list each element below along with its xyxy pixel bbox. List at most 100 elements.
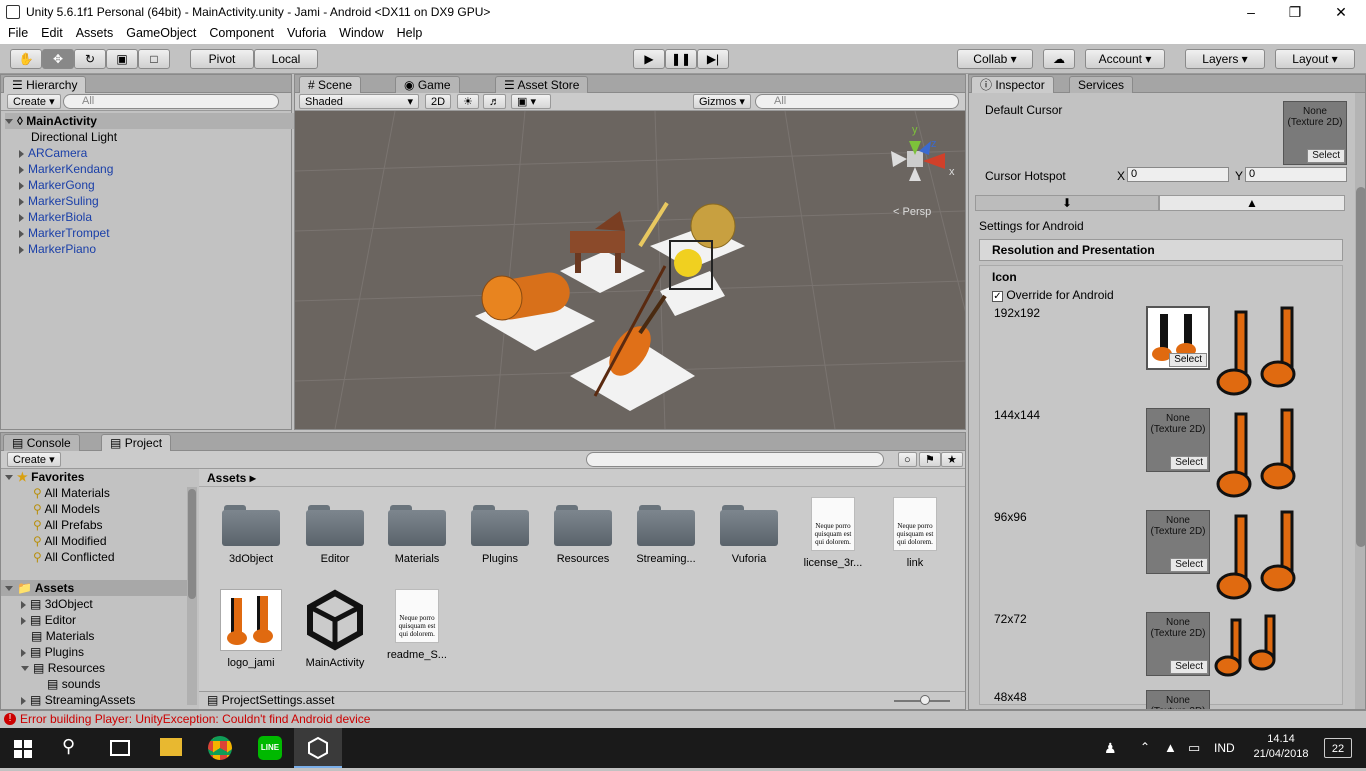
menu-component[interactable]: Component — [201, 24, 279, 42]
zoom-slider[interactable] — [894, 695, 950, 705]
select-button[interactable]: Select — [1170, 456, 1208, 470]
select-button[interactable]: Select — [1170, 660, 1208, 674]
hierarchy-item-markergong[interactable]: MarkerGong — [19, 177, 309, 193]
menu-gameobject[interactable]: GameObject — [118, 24, 201, 42]
icon-slot-48[interactable]: None (Texture 2D) — [1146, 690, 1210, 709]
select-button[interactable]: Select — [1307, 149, 1345, 163]
error-message[interactable]: Error building Player: UnityException: C… — [20, 712, 370, 726]
hand-tool-icon[interactable]: ✋ — [10, 49, 42, 69]
tab-asset-store[interactable]: ☰ Asset Store — [495, 76, 589, 93]
tab-project[interactable]: ▤ Project — [101, 434, 172, 451]
move-tool-icon[interactable]: ✥ — [42, 49, 74, 69]
tab-services[interactable]: Services — [1069, 76, 1134, 93]
menu-window[interactable]: Window — [331, 24, 388, 42]
hierarchy-item-markerpiano[interactable]: MarkerPiano — [19, 241, 309, 257]
rect-tool-icon[interactable]: □ — [138, 49, 170, 69]
scene-root[interactable]: ◊ MainActivity — [5, 113, 295, 129]
minimize-button[interactable]: – — [1228, 2, 1274, 22]
menu-file[interactable]: File — [0, 24, 33, 42]
battery-icon[interactable]: ▭ — [1188, 740, 1200, 756]
hierarchy-item-markersuling[interactable]: MarkerSuling — [19, 193, 309, 209]
chrome-icon[interactable] — [208, 736, 232, 760]
layers-dropdown[interactable]: Layers ▾ — [1185, 49, 1265, 69]
hierarchy-create-button[interactable]: Create ▾ — [7, 94, 61, 109]
rotate-tool-icon[interactable]: ↻ — [74, 49, 106, 69]
inspector-scrollbar[interactable] — [1355, 93, 1365, 709]
restore-button[interactable]: ❐ — [1272, 2, 1318, 22]
hierarchy-search-input[interactable]: All — [63, 94, 279, 109]
hierarchy-item-markerkendang[interactable]: MarkerKendang — [19, 161, 309, 177]
asset-logo-jami[interactable]: logo_jami — [215, 589, 287, 669]
platform-tab-standalone[interactable]: ⬇ — [975, 195, 1159, 211]
override-checkbox[interactable]: ✓ Override for Android — [992, 288, 1114, 302]
2d-toggle[interactable]: 2D — [425, 94, 452, 109]
menu-edit[interactable]: Edit — [33, 24, 68, 42]
close-button[interactable]: ✕ — [1318, 2, 1364, 22]
people-icon[interactable]: ♟ — [1104, 740, 1117, 757]
asset-3dobject[interactable]: 3dObject — [215, 503, 287, 565]
notification-icon[interactable]: 22 — [1324, 738, 1352, 758]
hierarchy-item-arcamera[interactable]: ARCamera — [19, 145, 309, 161]
favorite-star-icon[interactable]: ★ — [941, 452, 963, 467]
menu-assets[interactable]: Assets — [68, 24, 119, 42]
scene-search-input[interactable]: All — [755, 94, 959, 109]
search-icon[interactable]: ⚲ — [62, 736, 75, 757]
play-icon[interactable]: ▶ — [633, 49, 665, 69]
menu-help[interactable]: Help — [389, 24, 428, 42]
project-search-input[interactable] — [586, 452, 884, 467]
asset-readme[interactable]: Neque porro quisquam est qui dolorem. rea… — [381, 589, 453, 661]
hierarchy-item-markerbiola[interactable]: MarkerBiola — [19, 209, 309, 225]
tab-console[interactable]: ▤ Console — [3, 434, 80, 451]
select-button[interactable]: Select — [1170, 558, 1208, 572]
task-view-icon[interactable] — [110, 740, 130, 756]
assets-header[interactable]: 📁 Assets — [1, 580, 187, 596]
effects-icon[interactable]: ▣ ▾ — [511, 94, 551, 109]
clock[interactable]: 14.14 21/04/2018 — [1250, 732, 1312, 762]
filter-label-icon[interactable]: ⚑ — [919, 452, 941, 467]
project-create-button[interactable]: Create ▾ — [7, 452, 61, 467]
lighting-icon[interactable]: ☀ — [457, 94, 479, 109]
layout-dropdown[interactable]: Layout ▾ — [1275, 49, 1355, 69]
resolution-section-header[interactable]: Resolution and Presentation — [979, 239, 1343, 261]
scene-viewport[interactable]: y z x < Persp — [295, 111, 965, 429]
hotspot-y-field[interactable]: 0 — [1245, 167, 1347, 182]
asset-streamingassets[interactable]: Streaming... — [630, 503, 702, 565]
step-icon[interactable]: ▶| — [697, 49, 729, 69]
local-toggle[interactable]: Local — [254, 49, 318, 69]
icon-slot-72[interactable]: None (Texture 2D) Select — [1146, 612, 1210, 676]
icon-slot-144[interactable]: None (Texture 2D) Select — [1146, 408, 1210, 472]
scale-tool-icon[interactable]: ▣ — [106, 49, 138, 69]
wifi-icon[interactable]: ▲ — [1164, 740, 1177, 755]
line-app-icon[interactable]: LINE — [258, 736, 282, 760]
cloud-icon[interactable]: ☁ — [1043, 49, 1075, 69]
audio-icon[interactable]: ♬ — [483, 94, 506, 109]
windows-start-icon[interactable] — [14, 740, 32, 758]
asset-resources[interactable]: Resources — [547, 503, 619, 565]
collab-dropdown[interactable]: Collab ▾ — [957, 49, 1033, 69]
asset-link[interactable]: Neque porro quisquam est qui dolorem. lin… — [879, 497, 951, 569]
tab-game[interactable]: ◉ Game — [395, 76, 460, 93]
pause-icon[interactable]: ❚❚ — [665, 49, 697, 69]
asset-mainactivity[interactable]: MainActivity — [299, 589, 371, 669]
tab-inspector[interactable]: ⓘ Inspector — [971, 76, 1054, 93]
asset-vuforia[interactable]: Vuforia — [713, 503, 785, 565]
platform-tab-android[interactable]: ▲ — [1159, 195, 1345, 211]
breadcrumb-assets[interactable]: Assets — [207, 471, 246, 485]
zoom-slider-handle[interactable] — [920, 695, 930, 705]
icon-slot-192[interactable]: Select — [1146, 306, 1210, 370]
tab-hierarchy[interactable]: ☰ Hierarchy — [3, 76, 87, 93]
hotspot-x-field[interactable]: 0 — [1127, 167, 1229, 182]
filter-type-icon[interactable]: ○ — [898, 452, 917, 467]
unity-taskbar-icon[interactable] — [294, 728, 342, 768]
icon-slot-96[interactable]: None (Texture 2D) Select — [1146, 510, 1210, 574]
asset-editor[interactable]: Editor — [299, 503, 371, 565]
persp-label[interactable]: < Persp — [893, 206, 931, 218]
account-dropdown[interactable]: Account ▾ — [1085, 49, 1165, 69]
hierarchy-item-directional-light[interactable]: Directional Light — [31, 129, 321, 145]
inspector-scroll-thumb[interactable] — [1356, 187, 1365, 547]
gizmos-dropdown[interactable]: Gizmos ▾ — [693, 94, 751, 109]
asset-materials[interactable]: Materials — [381, 503, 453, 565]
hierarchy-item-markertrompet[interactable]: MarkerTrompet — [19, 225, 309, 241]
file-explorer-icon[interactable] — [160, 738, 182, 756]
asset-license[interactable]: Neque porro quisquam est qui dolorem. lic… — [797, 497, 869, 569]
